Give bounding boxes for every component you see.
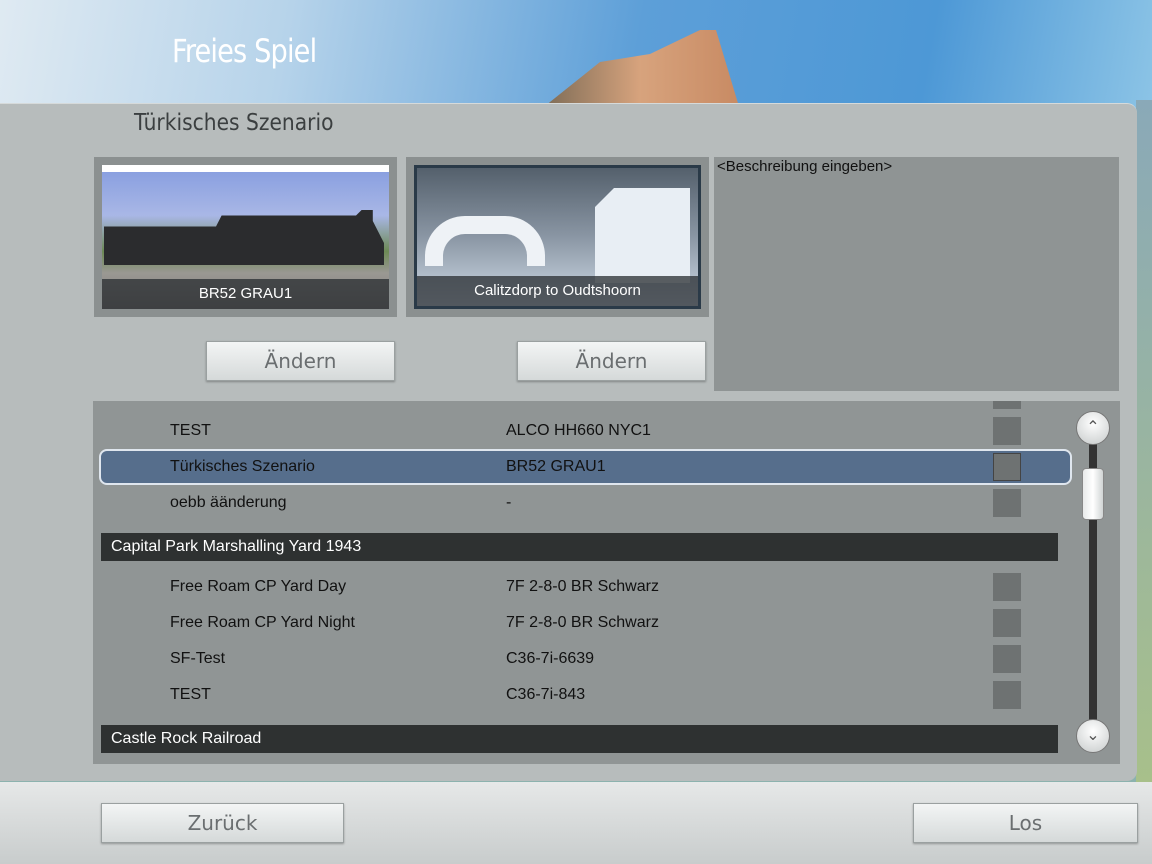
scenario-list[interactable]: TEST ALCO HH660 NYC1 Türkisches Szenario B… [93,401,1120,764]
checkbox[interactable] [993,489,1021,517]
scenario-name: TEST [170,686,211,703]
vehicle-name: ALCO HH660 NYC1 [506,422,651,439]
checkbox[interactable] [993,681,1021,709]
background-strip [1136,100,1152,790]
list-item[interactable]: Free Roam CP Yard Night 7F 2-8-0 BR Schwa… [93,605,1073,641]
vehicle-name: - [506,494,512,511]
scenario-name: oebb äänderung [170,494,287,511]
scenario-name: TEST [170,422,211,439]
list-item[interactable]: SF-Test C36-7i-6639 [93,641,1073,677]
list-item[interactable]: TEST C36-7i-843 [93,677,1073,713]
scroll-up-icon[interactable]: ⌃ [1076,411,1110,445]
scrollbar[interactable]: ⌃ ⌄ [1075,411,1111,753]
scrollbar-thumb[interactable] [1082,468,1104,520]
scenario-name: Free Roam CP Yard Night [170,614,355,631]
description-field[interactable]: <Beschreibung eingeben> [714,157,1119,391]
back-button[interactable]: Zurück [101,803,344,843]
list-item-selected[interactable]: Türkisches Szenario BR52 GRAU1 [99,449,1072,485]
checkbox[interactable] [993,453,1021,481]
scenario-name: Free Roam CP Yard Day [170,578,347,595]
route-caption: Calitzdorp to Oudtshoorn [417,276,698,306]
route-thumbnail[interactable]: Calitzdorp to Oudtshoorn [406,157,709,317]
list-item[interactable]: oebb äänderung - [93,485,1073,521]
scenario-name: Türkisches Szenario [170,458,315,475]
checkbox[interactable] [993,417,1021,445]
list-item[interactable]: TEST ALCO HH660 NYC1 [93,413,1073,449]
loco-caption: BR52 GRAU1 [102,279,389,309]
vehicle-name: BR52 GRAU1 [506,458,606,475]
go-button[interactable]: Los [913,803,1138,843]
change-loco-button[interactable]: Ändern [206,341,395,381]
vehicle-name: 7F 2-8-0 BR Schwarz [506,578,659,595]
vehicle-name: 7F 2-8-0 BR Schwarz [506,614,659,631]
route-image: Calitzdorp to Oudtshoorn [414,165,701,309]
loco-image: BR52 GRAU1 [102,165,389,309]
group-header[interactable]: Capital Park Marshalling Yard 1943 [101,533,1058,561]
checkbox[interactable] [993,401,1021,409]
change-route-button[interactable]: Ändern [517,341,706,381]
scenario-name: SF-Test [170,650,226,667]
scenario-title: Türkisches Szenario [134,110,334,136]
scroll-down-icon[interactable]: ⌄ [1076,719,1110,753]
list-item[interactable]: Free Roam CP Yard Day 7F 2-8-0 BR Schwarz [93,569,1073,605]
list-item[interactable] [93,401,1073,413]
group-header[interactable]: Castle Rock Railroad [101,725,1058,753]
page-title: Freies Spiel [172,32,317,70]
vehicle-name: C36-7i-843 [506,686,586,703]
mountain-image [540,30,740,110]
checkbox[interactable] [993,645,1021,673]
loco-thumbnail[interactable]: BR52 GRAU1 [94,157,397,317]
checkbox[interactable] [993,609,1021,637]
vehicle-name: C36-7i-6639 [506,650,595,667]
checkbox[interactable] [993,573,1021,601]
